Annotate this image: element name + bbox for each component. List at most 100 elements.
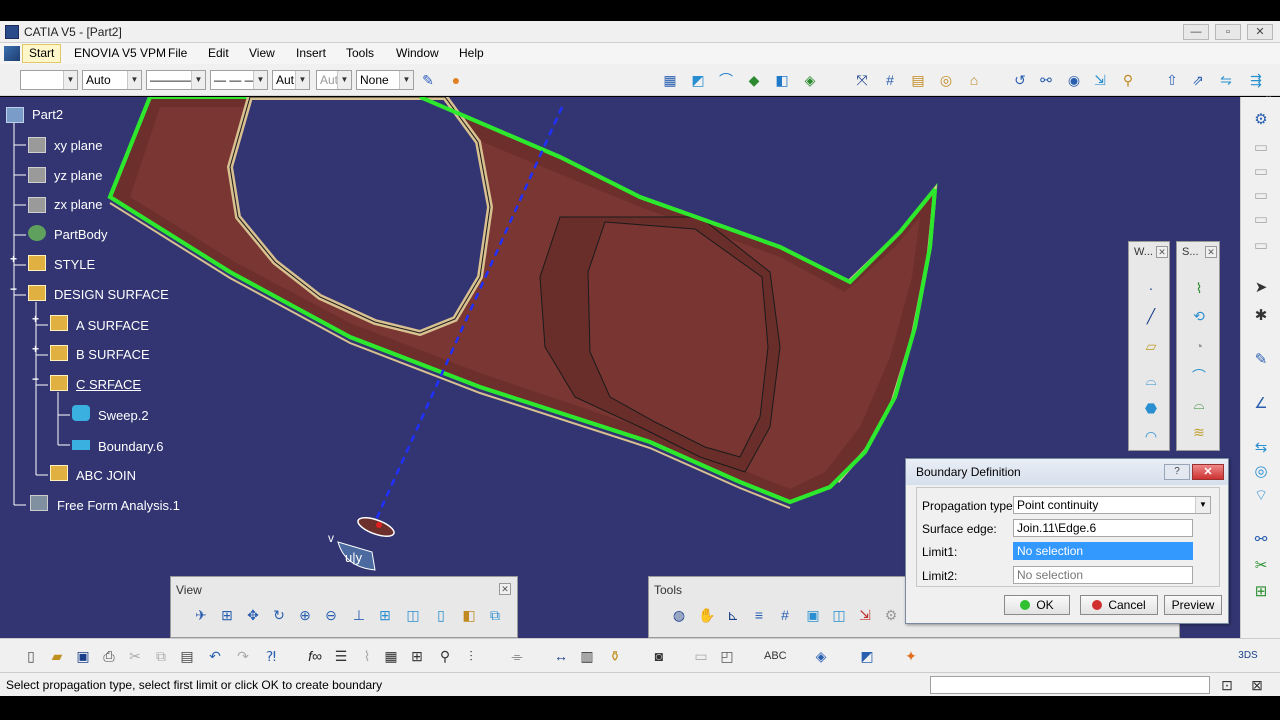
print-icon[interactable]: ⎙ bbox=[98, 646, 120, 666]
collapse-icon[interactable]: − bbox=[30, 373, 41, 386]
render-icon[interactable]: ◩ bbox=[856, 646, 878, 666]
menu-tools[interactable]: Tools bbox=[346, 46, 374, 60]
pan-icon[interactable]: ✥ bbox=[243, 605, 263, 625]
analysis-icon[interactable]: ◎ bbox=[936, 70, 956, 90]
properties-icon[interactable]: ● bbox=[446, 70, 466, 90]
sweep-icon[interactable] bbox=[72, 405, 90, 421]
surfaces-toolbar[interactable]: S... ✕ ⌇ ⟲ ◔ ⌒ ⌓ ≋ bbox=[1176, 241, 1220, 451]
styling-surface-icon[interactable]: ◆ bbox=[744, 70, 764, 90]
cut-icon[interactable]: ✂ bbox=[124, 646, 146, 666]
distance-icon[interactable]: ⇲ bbox=[1090, 70, 1110, 90]
geometric-set-icon[interactable] bbox=[28, 285, 46, 301]
painter-icon[interactable]: ✎ bbox=[418, 70, 438, 90]
blend-icon[interactable]: ≋ bbox=[1189, 422, 1209, 442]
iso-view-icon[interactable]: ◫ bbox=[403, 605, 423, 625]
connect-icon[interactable]: ↺ bbox=[1010, 70, 1030, 90]
point-icon[interactable]: · bbox=[1141, 278, 1161, 298]
chevron-down-icon[interactable]: ▼ bbox=[1195, 497, 1210, 513]
thickness-combo[interactable]: Aut ▼ bbox=[272, 70, 310, 90]
point-combo[interactable]: Aut ▼ bbox=[316, 70, 352, 90]
geometric-set-icon[interactable] bbox=[50, 315, 68, 331]
shading-mode-icon[interactable]: ◈ bbox=[810, 646, 832, 666]
approximate-icon[interactable]: ⇶ bbox=[1246, 70, 1266, 90]
tree-style[interactable]: STYLE bbox=[54, 257, 95, 272]
layer-combo[interactable]: None ▼ bbox=[356, 70, 414, 90]
annotation-icon[interactable]: ⌇ bbox=[356, 646, 378, 666]
tree-xy-plane[interactable]: xy plane bbox=[54, 138, 102, 153]
cancel-command-icon[interactable]: ⊠ bbox=[1246, 675, 1268, 695]
propagation-type-select[interactable]: Point continuity ▼ bbox=[1013, 496, 1211, 514]
tree-free-form-analysis[interactable]: Free Form Analysis.1 bbox=[57, 498, 180, 513]
sketch-icon[interactable]: ▦ bbox=[660, 70, 680, 90]
sketcher-icon[interactable]: ▭ bbox=[1250, 137, 1272, 159]
open-icon[interactable]: ▰ bbox=[46, 646, 68, 666]
collapse-icon[interactable]: − bbox=[8, 283, 19, 296]
parameters-icon[interactable]: ⫶ bbox=[460, 646, 482, 666]
document-menu-icon[interactable] bbox=[4, 46, 20, 61]
tree-partbody[interactable]: PartBody bbox=[54, 227, 107, 242]
snap-grid-icon[interactable]: ▭ bbox=[1250, 235, 1272, 257]
tree-c-srface[interactable]: C SRFACE bbox=[76, 377, 141, 392]
view-toolbar[interactable]: View ✕ ✈ ⊞ ✥ ↻ ⊕ ⊖ ⊥ ⊞ ◫ ▯ ◧ ⧉ bbox=[170, 576, 518, 638]
close-icon[interactable]: ✕ bbox=[1156, 246, 1168, 258]
comment-icon[interactable]: ☰ bbox=[330, 646, 352, 666]
menu-window[interactable]: Window bbox=[396, 46, 439, 60]
transform-icon[interactable]: ⇗ bbox=[1188, 70, 1208, 90]
axis-system-icon[interactable]: ⊾ bbox=[723, 605, 743, 625]
manual-update-icon[interactable]: ✋ bbox=[697, 605, 717, 625]
circle-icon[interactable]: ◠ bbox=[1141, 426, 1161, 446]
menu-start[interactable]: Start bbox=[22, 44, 62, 63]
update-icon[interactable]: ◍ bbox=[669, 605, 689, 625]
inspect-icon[interactable]: ⚲ bbox=[1118, 70, 1138, 90]
dialog-close-button[interactable]: ✕ bbox=[1192, 464, 1224, 480]
tree-zx-plane[interactable]: zx plane bbox=[54, 197, 102, 212]
scale-icon[interactable]: ⤧ bbox=[852, 70, 872, 90]
dash-combo[interactable]: — — — ▼ bbox=[210, 70, 268, 90]
hierarchy-icon[interactable]: ⌯ bbox=[506, 646, 528, 666]
expand-icon[interactable]: + bbox=[30, 313, 41, 326]
menu-view[interactable]: View bbox=[249, 46, 275, 60]
close-icon[interactable]: ✕ bbox=[499, 583, 511, 595]
boundary-definition-dialog[interactable]: Boundary Definition ? ✕ Propagation type… bbox=[905, 458, 1229, 624]
formula-icon[interactable]: f∞ bbox=[304, 646, 326, 666]
swap-space-icon[interactable]: ⧉ bbox=[485, 605, 505, 625]
work-plane-icon[interactable]: ≡ bbox=[749, 605, 769, 625]
whats-this-icon[interactable]: ⁈ bbox=[260, 646, 282, 666]
tree-root-part2[interactable]: Part2 bbox=[32, 107, 63, 122]
instantiate-icon[interactable]: ⚙ bbox=[881, 605, 901, 625]
plane-icon[interactable] bbox=[28, 167, 46, 183]
shape-icon[interactable]: ⌂ bbox=[964, 70, 984, 90]
cancel-button[interactable]: Cancel bbox=[1080, 595, 1158, 615]
select-trap-icon[interactable]: ✱ bbox=[1250, 305, 1272, 327]
maximize-button[interactable]: ▫ bbox=[1215, 24, 1241, 40]
zoom-out-icon[interactable]: ⊖ bbox=[321, 605, 341, 625]
tree-a-surface[interactable]: A SURFACE bbox=[76, 318, 149, 333]
fill-icon[interactable]: ◈ bbox=[800, 70, 820, 90]
expand-icon[interactable]: + bbox=[8, 253, 19, 266]
measure-inertia-icon[interactable]: ⚱ bbox=[604, 646, 626, 666]
zoom-in-icon[interactable]: ⊕ bbox=[295, 605, 315, 625]
edit-surface-icon[interactable]: ▤ bbox=[908, 70, 928, 90]
limit2-field[interactable]: No selection bbox=[1013, 566, 1193, 584]
catalog-icon[interactable]: ⊞ bbox=[406, 646, 428, 666]
expand-icon[interactable]: + bbox=[30, 343, 41, 356]
menu-edit[interactable]: Edit bbox=[208, 46, 229, 60]
datum-icon[interactable]: ◫ bbox=[829, 605, 849, 625]
tree-sweep2[interactable]: Sweep.2 bbox=[98, 408, 149, 423]
linetype-combo[interactable]: ———— ▼ bbox=[146, 70, 206, 90]
intersection-icon[interactable]: ⬣ bbox=[1141, 398, 1161, 418]
menu-help[interactable]: Help bbox=[459, 46, 484, 60]
command-input[interactable] bbox=[930, 676, 1210, 694]
shading-icon[interactable]: ▯ bbox=[431, 605, 451, 625]
constraint-icon[interactable]: ▭ bbox=[1250, 209, 1272, 231]
measure-between-icon[interactable]: ↔ bbox=[550, 646, 572, 666]
sketch-icon[interactable]: ✎ bbox=[1250, 349, 1272, 371]
close-window-button[interactable]: ✕ bbox=[1247, 24, 1273, 40]
join-icon[interactable]: ⚯ bbox=[1250, 529, 1272, 551]
normal-view-icon[interactable]: ⊥ bbox=[349, 605, 369, 625]
target-icon[interactable]: ◉ bbox=[1064, 70, 1084, 90]
select-icon[interactable]: ➤ bbox=[1250, 277, 1272, 299]
extrude-surface-icon[interactable]: ⌇ bbox=[1189, 278, 1209, 298]
knowledge-icon[interactable]: ⚲ bbox=[434, 646, 456, 666]
limit1-field[interactable]: No selection bbox=[1013, 542, 1193, 560]
